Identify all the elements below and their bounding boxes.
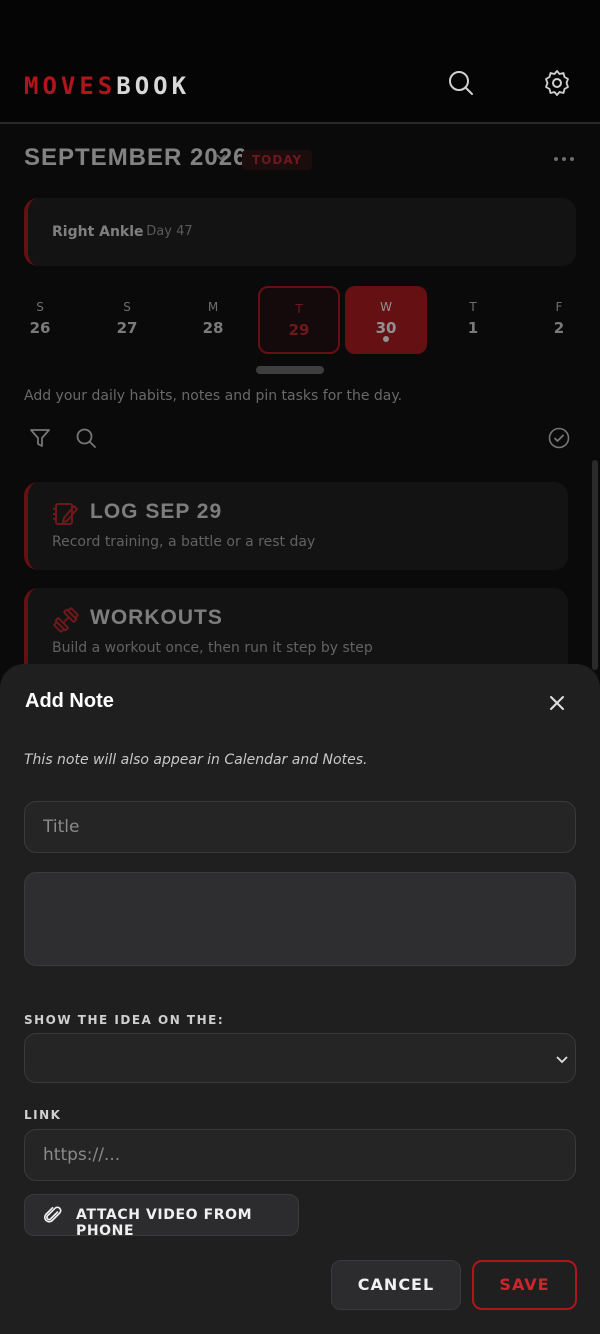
gear-icon[interactable] bbox=[542, 68, 572, 98]
injury-card[interactable]: Right Ankle · Day 47 bbox=[24, 198, 576, 266]
workouts-card-subtitle: Build a workout once, then run it step b… bbox=[52, 640, 373, 656]
day-letter: S bbox=[123, 300, 131, 314]
day-cell[interactable]: M 28 bbox=[172, 286, 254, 354]
day-number: 26 bbox=[29, 319, 51, 337]
attach-video-label: ATTACH VIDEO FROM PHONE bbox=[76, 1207, 253, 1239]
title-field bbox=[24, 801, 576, 853]
title-input[interactable] bbox=[25, 802, 575, 852]
note-body-input[interactable] bbox=[25, 873, 575, 965]
day-letter: F bbox=[555, 300, 563, 314]
app-logo: MOVESBOOK bbox=[24, 72, 190, 100]
today-badge[interactable]: TODAY bbox=[242, 150, 313, 170]
day-cell[interactable]: S 27 bbox=[86, 286, 168, 354]
log-card-title: LOG SEP 29 bbox=[90, 500, 223, 523]
filter-icon[interactable] bbox=[28, 426, 52, 450]
logo-moves: MOVES bbox=[24, 72, 117, 100]
link-field bbox=[24, 1129, 576, 1181]
week-strip: S 26 S 27 M 28 T 29 W 30 T 1 F 2 bbox=[0, 286, 600, 358]
paperclip-icon bbox=[43, 1206, 62, 1223]
page-scrollbar[interactable] bbox=[592, 460, 598, 670]
injury-day-count: · Day 47 bbox=[138, 224, 193, 239]
attach-video-button[interactable]: ATTACH VIDEO FROM PHONE bbox=[24, 1194, 299, 1239]
show-idea-label: SHOW THE IDEA ON THE: bbox=[24, 1013, 225, 1027]
event-dot bbox=[383, 336, 389, 342]
day-cell[interactable]: F 2 bbox=[518, 286, 600, 354]
day-hint-text: Add your daily habits, notes and pin tas… bbox=[24, 388, 403, 404]
close-icon[interactable] bbox=[544, 690, 570, 716]
dumbbell-icon bbox=[53, 607, 79, 633]
day-number: 27 bbox=[116, 319, 138, 337]
log-card-subtitle: Record training, a battle or a rest day bbox=[52, 534, 316, 550]
body-field bbox=[24, 872, 576, 966]
injury-name: Right Ankle bbox=[52, 224, 144, 240]
sheet-description: This note will also appear in Calendar a… bbox=[24, 752, 368, 768]
day-cell[interactable]: S 26 bbox=[0, 286, 81, 354]
chevron-down-icon bbox=[556, 1056, 568, 1064]
day-letter: T bbox=[469, 300, 477, 314]
save-button[interactable]: SAVE bbox=[472, 1260, 577, 1310]
notebook-edit-icon bbox=[53, 503, 78, 525]
day-letter: W bbox=[380, 300, 392, 314]
cancel-button[interactable]: CANCEL bbox=[331, 1260, 461, 1310]
logo-book: BOOK bbox=[116, 72, 191, 100]
day-number: 1 bbox=[467, 319, 479, 337]
day-number: 29 bbox=[288, 321, 310, 339]
day-cell[interactable]: T 1 bbox=[432, 286, 514, 354]
search-icon[interactable] bbox=[74, 426, 98, 450]
day-letter: M bbox=[207, 300, 219, 314]
show-idea-select[interactable] bbox=[24, 1033, 576, 1083]
log-card[interactable]: LOG SEP 29 Record training, a battle or … bbox=[24, 482, 568, 570]
app-header: MOVESBOOK bbox=[0, 0, 600, 124]
link-input[interactable] bbox=[25, 1130, 575, 1180]
week-scroll-handle[interactable] bbox=[256, 366, 324, 374]
day-number: 2 bbox=[553, 319, 565, 337]
day-number: 28 bbox=[202, 319, 224, 337]
chevron-down-icon[interactable] bbox=[214, 150, 228, 164]
workouts-card[interactable]: WORKOUTS Build a workout once, then run … bbox=[24, 588, 568, 676]
month-row: SEPTEMBER 2026 TODAY bbox=[24, 144, 576, 174]
workouts-card-title: WORKOUTS bbox=[90, 606, 223, 629]
sheet-title: Add Note bbox=[25, 690, 114, 712]
day-letter: T bbox=[295, 302, 303, 316]
day-letter: S bbox=[36, 300, 44, 314]
check-circle-icon[interactable] bbox=[547, 426, 571, 450]
more-options-icon[interactable] bbox=[552, 152, 576, 166]
day-cell-selected[interactable]: T 29 bbox=[258, 286, 340, 354]
search-icon[interactable] bbox=[446, 68, 476, 98]
day-cell-today[interactable]: W 30 bbox=[345, 286, 427, 354]
link-label: LINK bbox=[24, 1108, 62, 1122]
day-number: 30 bbox=[375, 319, 397, 337]
add-note-sheet: Add Note This note will also appear in C… bbox=[0, 664, 600, 1334]
